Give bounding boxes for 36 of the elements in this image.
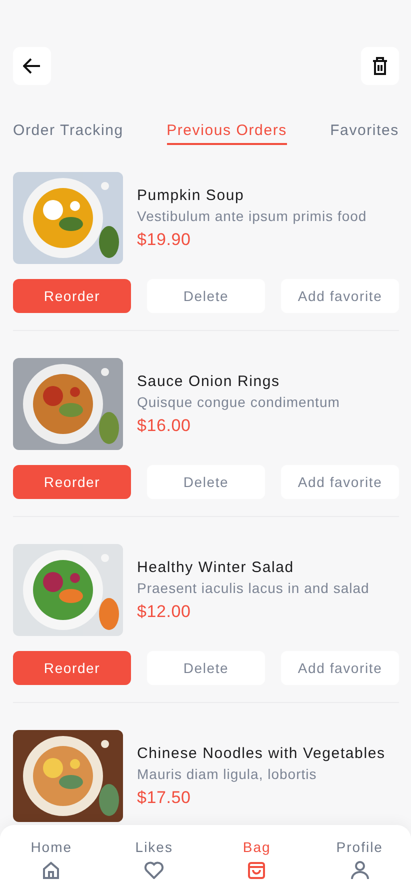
profile-icon [350,860,369,878]
reorder-button[interactable]: Reorder [13,465,131,499]
nav-item[interactable]: Bag [216,838,297,878]
favorite-button[interactable]: Add favorite [281,651,399,685]
trash-icon [372,56,388,76]
back-button[interactable] [13,47,51,85]
bag-icon [248,860,266,878]
delete-button[interactable] [361,47,399,85]
dish-price: $17.50 [137,788,192,808]
reorder-button[interactable]: Reorder [13,279,131,313]
dish-name: Healthy Winter Salad [137,558,295,576]
tab[interactable]: Previous Orders [166,118,287,145]
nav-item[interactable]: Likes [114,838,194,878]
dish-description: Praesent iaculis lacus in and salad [137,580,370,596]
home-icon [42,860,60,878]
dish-description: Quisque congue condimentum [137,394,340,410]
dish-description: Mauris diam ligula, lobortis [137,766,318,782]
favorite-button[interactable]: Add favorite [281,279,399,313]
delete-button[interactable]: Delete [147,279,265,313]
dish-name: Pumpkin Soup [137,186,246,204]
dish-price: $12.00 [137,602,192,622]
dish-price: $16.00 [137,416,192,436]
dish-description: Vestibulum ante ipsum primis food [137,208,367,224]
tab[interactable]: Favorites [330,118,399,145]
delete-button[interactable]: Delete [147,465,265,499]
tab[interactable]: Order Tracking [13,118,124,145]
back-icon [23,58,41,74]
dish-name: Sauce Onion Rings [137,372,281,390]
nav-item[interactable]: Profile [320,838,400,878]
favorite-button[interactable]: Add favorite [281,465,399,499]
reorder-button[interactable]: Reorder [13,651,131,685]
dish-price: $19.90 [137,230,192,250]
dish-name: Chinese Noodles with Vegetables [137,744,386,762]
heart-icon [144,860,164,878]
delete-button[interactable]: Delete [147,651,265,685]
nav-item[interactable]: Home [11,838,92,878]
